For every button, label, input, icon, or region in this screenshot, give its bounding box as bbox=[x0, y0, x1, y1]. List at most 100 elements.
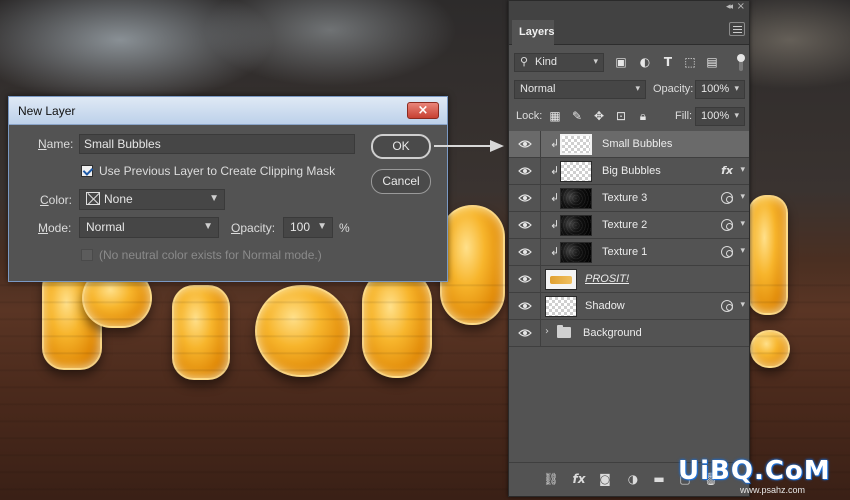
filter-pixel-icon[interactable]: ▣ bbox=[613, 54, 629, 70]
eye-icon bbox=[518, 221, 532, 229]
layer-name[interactable]: Background bbox=[583, 327, 642, 339]
close-panel-icon[interactable]: × bbox=[737, 1, 745, 12]
layer-row[interactable]: ↲ Texture 2 ▾ bbox=[509, 212, 749, 239]
chevron-down-icon[interactable]: ▾ bbox=[740, 246, 745, 256]
panel-opacity-label: Opacity: bbox=[653, 83, 694, 95]
visibility-toggle[interactable] bbox=[509, 266, 541, 293]
layer-row[interactable]: PROSIT! bbox=[509, 266, 749, 293]
blend-mode-select[interactable]: Normal ▾ bbox=[514, 80, 646, 99]
chevron-down-icon[interactable]: ▾ bbox=[740, 300, 745, 310]
mask-icon[interactable]: ◙ bbox=[597, 472, 613, 486]
filter-shape-icon[interactable]: ⬚ bbox=[682, 54, 698, 70]
panel-menu-icon[interactable] bbox=[729, 22, 745, 36]
visibility-toggle[interactable] bbox=[509, 212, 541, 239]
clipping-mask-checkbox[interactable] bbox=[81, 165, 93, 177]
link-icon[interactable]: ⛓︎ bbox=[543, 472, 559, 486]
layer-thumbnail[interactable] bbox=[560, 215, 592, 236]
smart-filter-icon[interactable] bbox=[721, 300, 733, 312]
watermark-logo: UiBQ.CoM bbox=[678, 456, 831, 486]
lock-transparent-icon[interactable]: ▦ bbox=[547, 108, 563, 124]
layer-name[interactable]: Small Bubbles bbox=[602, 138, 672, 150]
smart-filter-icon[interactable] bbox=[721, 219, 733, 231]
layer-name[interactable]: Texture 1 bbox=[602, 246, 647, 258]
ok-button[interactable]: OK bbox=[371, 134, 431, 159]
panel-opacity-input[interactable]: 100% ▾ bbox=[695, 80, 745, 99]
color-select[interactable]: None ▼ bbox=[79, 189, 225, 210]
visibility-toggle[interactable] bbox=[509, 239, 541, 266]
eye-icon bbox=[518, 329, 532, 337]
visibility-toggle[interactable] bbox=[509, 320, 541, 347]
layer-name[interactable]: Big Bubbles bbox=[602, 165, 661, 177]
fx-icon[interactable]: fx bbox=[571, 472, 587, 486]
visibility-toggle[interactable] bbox=[509, 131, 541, 158]
layer-row[interactable]: ↲ Texture 3 ▾ bbox=[509, 185, 749, 212]
chevron-down-icon: ▼ bbox=[203, 221, 213, 232]
layer-name[interactable]: PROSIT! bbox=[585, 273, 629, 285]
fill-value: 100% bbox=[701, 110, 730, 122]
layer-name[interactable]: Texture 2 bbox=[602, 219, 647, 231]
lock-all-icon[interactable]: 🔒︎ bbox=[635, 108, 651, 124]
search-icon: ⚲ bbox=[520, 56, 529, 68]
filter-smart-object-icon[interactable]: ▤ bbox=[704, 54, 720, 70]
chevron-right-icon[interactable]: › bbox=[545, 326, 549, 337]
filter-toggle-icon[interactable] bbox=[737, 54, 745, 62]
eye-icon bbox=[518, 302, 532, 310]
chevron-down-icon: ▼ bbox=[209, 193, 219, 204]
visibility-toggle[interactable] bbox=[509, 293, 541, 320]
layer-thumbnail[interactable] bbox=[560, 242, 592, 263]
fx-icon[interactable]: fx bbox=[721, 164, 733, 177]
lock-position-icon[interactable]: ✥ bbox=[591, 108, 607, 124]
visibility-toggle[interactable] bbox=[509, 185, 541, 212]
smart-filter-icon[interactable] bbox=[721, 192, 733, 204]
filter-kind-select[interactable]: ⚲ Kind ▾ bbox=[514, 53, 604, 72]
color-label: Color: bbox=[40, 193, 73, 207]
art-letter-o bbox=[255, 285, 350, 377]
layer-thumbnail[interactable] bbox=[560, 188, 592, 209]
layer-thumbnail[interactable] bbox=[545, 269, 577, 290]
dialog-titlebar[interactable]: New Layer × bbox=[9, 97, 447, 125]
fill-input[interactable]: 100% ▾ bbox=[695, 107, 745, 126]
layer-row[interactable]: ↲ Small Bubbles bbox=[509, 131, 749, 158]
clipping-arrow-icon: ↲ bbox=[550, 164, 560, 177]
layer-thumbnail[interactable] bbox=[545, 296, 577, 317]
art-letter-s-upper bbox=[440, 205, 505, 325]
chevron-down-icon[interactable]: ▾ bbox=[740, 219, 745, 229]
layer-name-input[interactable]: Small Bubbles bbox=[79, 134, 355, 154]
opacity-input[interactable]: 100 ▼ bbox=[283, 217, 333, 238]
folder-icon[interactable]: ▬ bbox=[651, 472, 667, 486]
clipping-arrow-icon: ↲ bbox=[550, 191, 560, 204]
clipping-mask-label: Use Previous Layer to Create Clipping Ma… bbox=[99, 164, 336, 178]
neutral-color-checkbox[interactable] bbox=[81, 249, 93, 261]
chevron-down-icon[interactable]: ▾ bbox=[740, 165, 745, 175]
layer-row[interactable]: ↲ Big Bubbles fx ▾ bbox=[509, 158, 749, 185]
layers-panel: ◂◂ × Layers ⚲ Kind ▾ ▣ ◐ T ⬚ ▤ Normal ▾ … bbox=[508, 0, 750, 497]
cancel-button[interactable]: Cancel bbox=[371, 169, 431, 194]
filter-type-icon[interactable]: T bbox=[660, 54, 676, 70]
callout-arrow-icon bbox=[434, 140, 504, 152]
smart-filter-icon[interactable] bbox=[721, 246, 733, 258]
collapse-panel-icon[interactable]: ◂◂ bbox=[726, 2, 733, 12]
adjustment-icon[interactable]: ◑ bbox=[625, 472, 641, 486]
layer-name[interactable]: Texture 3 bbox=[602, 192, 647, 204]
close-icon[interactable]: × bbox=[407, 102, 439, 119]
layer-thumbnail[interactable] bbox=[560, 161, 592, 182]
layer-row[interactable]: Shadow ▾ bbox=[509, 293, 749, 320]
mode-select[interactable]: Normal ▼ bbox=[79, 217, 219, 238]
eye-icon bbox=[518, 140, 532, 148]
lock-artboard-icon[interactable]: ⊡ bbox=[613, 108, 629, 124]
lock-image-icon[interactable]: ✎ bbox=[569, 108, 585, 124]
chevron-down-icon[interactable]: ▾ bbox=[740, 192, 745, 202]
visibility-toggle[interactable] bbox=[509, 158, 541, 185]
filter-adjustment-icon[interactable]: ◐ bbox=[637, 54, 653, 70]
tab-layers[interactable]: Layers bbox=[512, 20, 554, 45]
art-letter-s bbox=[362, 268, 432, 378]
neutral-color-label: (No neutral color exists for Normal mode… bbox=[99, 248, 322, 262]
layer-row[interactable]: › Background bbox=[509, 320, 749, 347]
opacity-label: Opacity: bbox=[231, 221, 276, 235]
panel-tabbar: Layers bbox=[509, 15, 749, 45]
lock-label: Lock: bbox=[516, 110, 543, 122]
layer-name[interactable]: Shadow bbox=[585, 300, 625, 312]
no-color-swatch-icon bbox=[86, 192, 100, 205]
layer-row[interactable]: ↲ Texture 1 ▾ bbox=[509, 239, 749, 266]
layer-thumbnail[interactable] bbox=[560, 134, 592, 155]
